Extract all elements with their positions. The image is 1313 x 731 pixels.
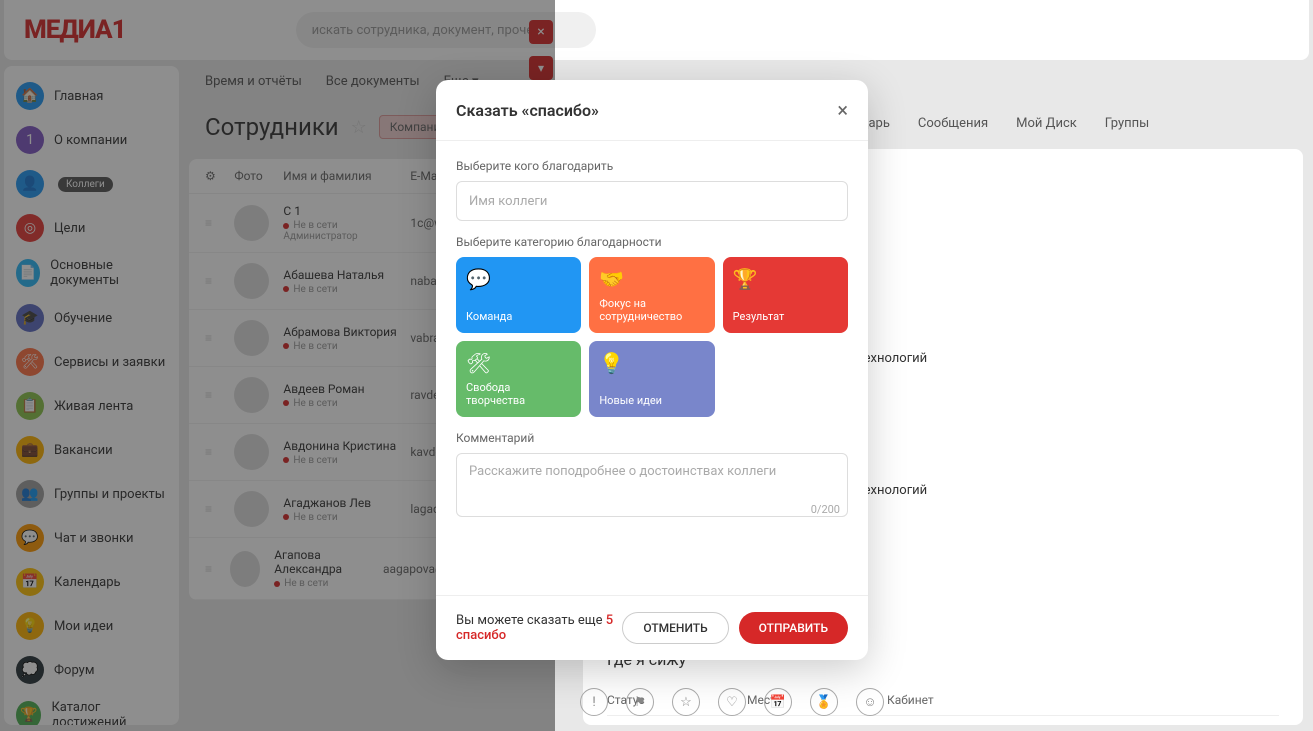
heart-icon[interactable]: ♡ [718,688,746,716]
category-icon: 🏆 [733,267,838,291]
category-label: Команда [466,310,571,323]
cancel-button[interactable]: ОТМЕНИТЬ [622,612,728,644]
profile-tab[interactable]: Группы [1105,116,1149,131]
category-card[interactable]: 💡 Новые идеи [589,341,714,417]
char-count: 0/200 [456,503,840,516]
category-label: Свобода творчества [466,381,571,407]
category-card[interactable]: 🏆 Результат [723,257,848,333]
category-label: Фокус на сотрудничество [599,297,704,323]
flag-icon[interactable]: ⚑ [626,688,654,716]
comment-label: Комментарий [456,431,848,445]
profile-tab[interactable]: Сообщения [918,116,988,131]
category-card[interactable]: 🤝 Фокус на сотрудничество [589,257,714,333]
close-icon[interactable]: × [837,98,848,122]
thanks-modal: Сказать «спасибо» × Выберите кого благод… [436,80,868,660]
smile-icon[interactable]: ☺ [856,688,884,716]
category-label: Новые идеи [599,394,704,407]
modal-title: Сказать «спасибо» [456,101,599,120]
category-card[interactable]: 💬 Команда [456,257,581,333]
star-action-icon[interactable]: ☆ [672,688,700,716]
award-icon[interactable]: 🏅 [810,688,838,716]
profile-tab[interactable]: Мой Диск [1016,116,1077,131]
category-label: Выберите категорию благодарности [456,235,848,249]
category-card[interactable]: 🛠 Свобода творчества [456,341,581,417]
action-icons: ! ⚑ ☆ ♡ 📅 🏅 ☺ [580,678,884,726]
category-icon: 🛠 [466,351,571,375]
send-button[interactable]: ОТПРАВИТЬ [739,612,848,644]
info-icon[interactable]: ! [580,688,608,716]
who-label: Выберите кого благодарить [456,159,848,173]
category-icon: 🤝 [599,267,704,291]
colleague-input[interactable] [456,181,848,221]
category-label: Результат [733,310,838,323]
category-icon: 💬 [466,267,571,291]
category-icon: 💡 [599,351,704,375]
calendar-action-icon[interactable]: 📅 [764,688,792,716]
footer-text: Вы можете сказать еще 5 спасибо [456,613,622,643]
